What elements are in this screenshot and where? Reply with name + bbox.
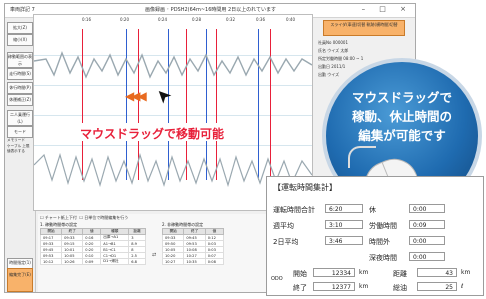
weekly-avg-field[interactable]: 3:10 <box>325 220 363 229</box>
edit-complete-button[interactable]: 編集完了(E) <box>7 268 33 292</box>
mouse-cord <box>348 146 376 168</box>
employee-no-row: 社員No 000001 <box>318 40 349 45</box>
window-controls[interactable]: – □ × <box>362 5 412 13</box>
night-time-field[interactable]: 0:00 <box>409 252 445 261</box>
swap-arrows-icon[interactable]: ⇄ <box>152 252 156 258</box>
memory-checkbox[interactable]: メモリード <box>7 138 31 143</box>
total-drive-label: 運転時間合計 <box>273 206 315 214</box>
callout-line-1: マウスドラッグで <box>351 90 452 105</box>
odo-start-label: 開始 <box>293 270 307 278</box>
work-hours-row: 所定労働時間 08:00 ~ 1 <box>318 56 364 61</box>
app-label: 車両詳記 7 <box>10 7 35 13</box>
table-row[interactable]: 10:27 10:35 0:08 <box>161 258 225 265</box>
odo-end-label: 終了 <box>293 284 307 292</box>
attendance-date-row: 出勤日 2011/1 <box>318 64 346 69</box>
drive-time-button[interactable]: 走行時間(S) <box>7 68 33 80</box>
weekly-avg-label: 週平均 <box>273 222 294 230</box>
inactive-time-table[interactable]: 開始 終了 値 09:33 09:45 0:12 09:50 09:53 0:03 10… <box>161 228 225 265</box>
mode-button[interactable]: モード <box>7 126 33 138</box>
zoom-in-button[interactable]: 拡大(Z) <box>7 22 33 34</box>
show-active-range-button[interactable]: 稼動範囲の表示 <box>7 52 33 68</box>
odo-start-field[interactable]: 12334 <box>313 268 355 277</box>
callout-line-2: 稼動、休止時間の <box>351 109 452 124</box>
bottom-checkbox-row: ☐ チャート紙上下付 ☐ 日単位で時間編集を行う <box>40 215 129 220</box>
drag-caption: マウスドラッグで移動可能 <box>80 127 225 141</box>
night-time-label: 深夜時間 <box>369 254 397 262</box>
work-time-field[interactable]: 0:09 <box>409 220 445 229</box>
total-drive-field[interactable]: 6:20 <box>325 204 363 213</box>
odo-end-unit: km <box>359 283 369 290</box>
attendance-row: 出勤 ウイズ <box>318 72 340 77</box>
callout-line-3: 編集が可能です <box>358 128 446 143</box>
edit-tables-area: ☐ チャート紙上下付 ☐ 日単位で時間編集を行う 1. 稼動時間帯の設定 開始 … <box>38 214 268 292</box>
daily-edit-checkbox[interactable]: 日単位で時間編集を行う <box>84 215 128 220</box>
odo-start-unit: km <box>359 269 369 276</box>
two-day-avg-field[interactable]: 3:46 <box>325 236 363 245</box>
active-time-table[interactable]: 開始 終了 値 種類 距離 09:17 09:33 0:16 出庫→A1 3 09:33… <box>39 228 146 265</box>
summary-heading: 【運転時間集計】 <box>273 183 337 192</box>
distance-label: 距離 <box>393 270 407 278</box>
chart-paper-checkbox[interactable]: チャート紙上下付 <box>45 215 77 220</box>
fuel-field[interactable]: 25 <box>417 282 457 291</box>
name-row: 氏名 ウイズ 太郎 <box>318 48 349 53</box>
rest-correction-button[interactable]: 休運補正(Z) <box>7 94 33 106</box>
two-day-avg-label: 2日平均 <box>273 238 299 246</box>
overtime-label: 時間外 <box>369 238 390 246</box>
fuel-unit: ℓ <box>461 283 464 290</box>
odo-end-field[interactable]: 12377 <box>313 282 355 291</box>
distance-unit: km <box>461 269 471 276</box>
fuel-label: 総油 <box>393 284 407 292</box>
left-tool-panel: 拡大(Z) 縮小(X) 稼動範囲の表示 走行時間(S) 休行時間(P) 休運補正… <box>5 18 36 292</box>
work-time-label: 労働時間 <box>369 222 397 230</box>
upper-limit-checkbox[interactable]: ケーブル 上限値表示する <box>7 144 31 154</box>
drive-time-summary-panel: 【運転時間集計】 運転時間合計 6:20 週平均 3:10 2日平均 3:46 … <box>266 176 484 296</box>
rest-field[interactable]: 0:00 <box>409 204 445 213</box>
odometer-icon: ODO <box>271 276 283 282</box>
toggle-view-button[interactable]: スライダ(車速)切替 軌跡(横時間)切替 <box>323 20 405 36</box>
rest-time-button[interactable]: 休行時間(P) <box>7 82 33 94</box>
zoom-out-button[interactable]: 縮小(X) <box>7 34 33 46</box>
drag-arrows-icon: ◀◀◀ <box>125 89 147 103</box>
distance-field[interactable]: 43 <box>417 268 457 277</box>
window-title: 画像録画 ･ PDSH2(64m~16時間用 2日以上のれています <box>145 7 277 13</box>
overtime-field[interactable]: 0:00 <box>409 236 445 245</box>
table-row[interactable]: 10:12 10:26 0:09 D1→帰社 6.8 <box>39 258 146 265</box>
rest-label: 休 <box>369 206 376 214</box>
two-person-button[interactable]: 二人乗運行(L) <box>7 110 33 126</box>
